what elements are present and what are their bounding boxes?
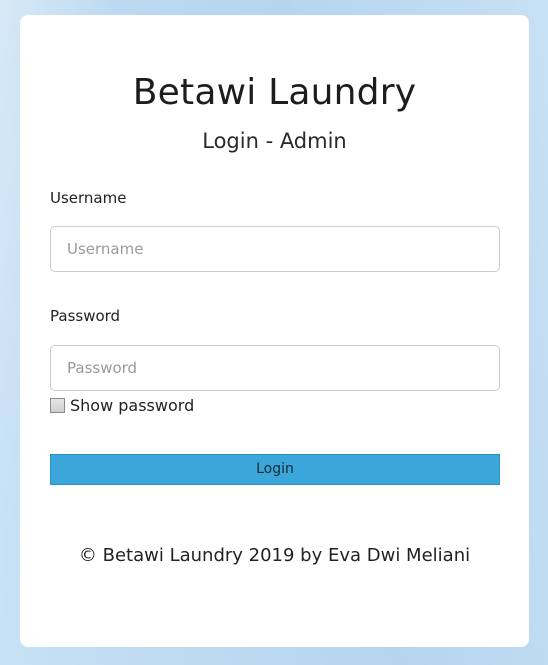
username-input[interactable]: [50, 226, 500, 272]
page-subtitle: Login - Admin: [202, 129, 347, 153]
login-button[interactable]: Login: [50, 454, 500, 485]
password-label: Password: [50, 307, 121, 325]
copyright-footer: © Betawi Laundry 2019 by Eva Dwi Meliani: [78, 545, 471, 566]
login-card: Betawi Laundry Login - Admin Username Pa…: [20, 15, 529, 647]
app-title: Betawi Laundry: [132, 72, 417, 113]
show-password-label: Show password: [70, 396, 195, 415]
show-password-checkbox[interactable]: [50, 398, 65, 413]
password-input[interactable]: [50, 345, 500, 391]
username-label: Username: [50, 189, 127, 207]
show-password-toggle[interactable]: Show password: [50, 396, 194, 415]
